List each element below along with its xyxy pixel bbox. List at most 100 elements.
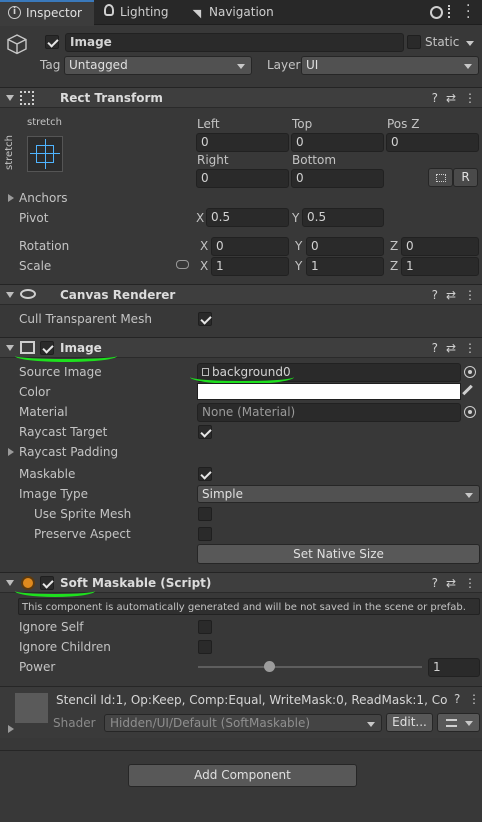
cull-transparent-mesh-checkbox[interactable] <box>198 312 212 326</box>
rotation-x-field[interactable]: 0 <box>211 237 289 256</box>
posz-field[interactable]: 0 <box>386 133 479 152</box>
preset-icon[interactable]: ⇄ <box>446 288 456 302</box>
scale-x-label[interactable]: X <box>200 259 208 273</box>
use-sprite-mesh-checkbox[interactable] <box>198 507 212 521</box>
raw-edit-button[interactable]: R <box>453 168 478 187</box>
help-icon[interactable]: ? <box>432 341 438 355</box>
tab-inspector-label: Inspector <box>26 6 82 20</box>
blueprint-mode-button[interactable] <box>428 168 453 187</box>
static-dropdown[interactable] <box>462 34 480 51</box>
blueprint-icon <box>436 174 446 182</box>
add-component-button[interactable]: Add Component <box>128 764 357 787</box>
pivot-x-label[interactable]: X <box>196 211 204 225</box>
scale-label: Scale <box>19 259 52 273</box>
shader-options-dropdown[interactable] <box>437 713 480 732</box>
raycast-target-label: Raycast Target <box>19 425 108 439</box>
rotation-x-label[interactable]: X <box>200 239 208 253</box>
raycast-padding-label[interactable]: Raycast Padding <box>19 445 118 459</box>
raycast-target-checkbox[interactable] <box>198 425 212 439</box>
static-checkbox[interactable] <box>407 35 421 49</box>
preset-icon[interactable]: ⇄ <box>446 341 456 355</box>
ignore-children-checkbox[interactable] <box>198 640 212 654</box>
eyedropper-icon[interactable] <box>462 384 473 396</box>
maskable-label: Maskable <box>19 467 76 481</box>
pivot-y-field[interactable]: 0.5 <box>302 208 384 227</box>
top-field[interactable]: 0 <box>291 133 384 152</box>
preset-icon[interactable]: ⇄ <box>446 576 456 590</box>
bottom-label: Bottom <box>292 153 337 167</box>
rotation-y-label[interactable]: Y <box>295 239 302 253</box>
rotation-y-field[interactable]: 0 <box>306 237 384 256</box>
tag-label: Tag <box>40 58 61 72</box>
preserve-aspect-checkbox[interactable] <box>198 527 212 541</box>
shader-edit-button[interactable]: Edit... <box>386 713 433 732</box>
object-picker-icon[interactable] <box>464 366 476 378</box>
anchor-preset-button[interactable] <box>27 136 63 172</box>
set-native-size-button[interactable]: Set Native Size <box>197 544 480 564</box>
help-icon[interactable]: ? <box>432 576 438 590</box>
help-icon[interactable]: ? <box>432 91 438 105</box>
lock-toggle-icon[interactable] <box>448 5 453 18</box>
tab-navigation[interactable]: Navigation <box>190 0 290 25</box>
shader-dropdown[interactable]: Hidden/UI/Default (SoftMaskable) <box>104 714 382 732</box>
bottom-field[interactable]: 0 <box>291 169 384 188</box>
menu-icon[interactable]: ⋮ <box>464 288 476 302</box>
right-field[interactable]: 0 <box>196 169 289 188</box>
ignore-self-checkbox[interactable] <box>198 620 212 634</box>
tab-lighting-label: Lighting <box>120 5 169 19</box>
gameobject-active-checkbox[interactable] <box>45 35 59 49</box>
scale-y-field[interactable]: 1 <box>306 257 384 276</box>
layer-dropdown[interactable]: UI <box>301 56 479 75</box>
rotation-z-label[interactable]: Z <box>390 239 398 253</box>
anchors-expand-icon[interactable] <box>8 194 14 202</box>
rect-transform-header[interactable]: Rect Transform ? ⇄ ⋮ <box>0 87 482 108</box>
menu-icon[interactable]: ⋮ <box>464 576 476 590</box>
gameobject-cube-icon <box>6 33 28 55</box>
help-icon[interactable]: ? <box>454 692 460 706</box>
rect-transform-title: Rect Transform <box>60 91 163 105</box>
power-field[interactable]: 1 <box>428 658 480 677</box>
pivot-y-label[interactable]: Y <box>292 211 299 225</box>
raycast-padding-expand-icon[interactable] <box>8 448 14 456</box>
navigation-icon <box>192 5 206 19</box>
anchor-stretch-top-label: stretch <box>27 117 62 128</box>
annotation-underline-source-image <box>190 370 294 384</box>
menu-icon[interactable]: ⋮ <box>464 341 476 355</box>
right-label: Right <box>197 153 229 167</box>
material-expand-icon[interactable] <box>8 725 14 733</box>
tab-lighting[interactable]: Lighting <box>98 0 178 25</box>
maskable-checkbox[interactable] <box>198 467 212 481</box>
eye-icon <box>20 289 36 299</box>
ignore-children-label: Ignore Children <box>19 640 111 654</box>
collapse-arrow-icon <box>6 580 14 586</box>
info-icon: i <box>8 6 21 19</box>
constrain-proportions-icon[interactable] <box>176 260 189 269</box>
canvas-renderer-header[interactable]: Canvas Renderer ? ⇄ ⋮ <box>0 284 482 305</box>
lock-icon[interactable] <box>430 6 443 19</box>
image-type-dropdown[interactable]: Simple <box>197 485 480 503</box>
preset-icon[interactable]: ⇄ <box>446 91 456 105</box>
scale-y-label[interactable]: Y <box>295 259 302 273</box>
layer-value: UI <box>306 58 319 72</box>
rotation-z-field[interactable]: 0 <box>401 237 479 256</box>
material-field[interactable]: None (Material) <box>197 403 461 422</box>
object-picker-icon[interactable] <box>464 406 476 418</box>
scale-x-field[interactable]: 1 <box>211 257 289 276</box>
gameobject-name-field[interactable]: Image <box>65 33 404 52</box>
scale-z-field[interactable]: 1 <box>401 257 479 276</box>
power-slider[interactable] <box>198 658 422 676</box>
menu-icon[interactable]: ⋮ <box>464 91 476 105</box>
scale-z-label[interactable]: Z <box>390 259 398 273</box>
tab-inspector[interactable]: i Inspector <box>0 0 94 26</box>
color-swatch[interactable] <box>197 383 461 400</box>
pivot-label: Pivot <box>19 211 49 225</box>
anchors-label[interactable]: Anchors <box>19 191 68 205</box>
menu-icon[interactable]: ⋮ <box>468 692 480 706</box>
left-field[interactable]: 0 <box>196 133 289 152</box>
tag-dropdown[interactable]: Untagged <box>64 56 252 75</box>
source-image-label: Source Image <box>19 365 102 379</box>
help-icon[interactable]: ? <box>432 288 438 302</box>
power-slider-thumb[interactable] <box>264 661 276 672</box>
pivot-x-field[interactable]: 0.5 <box>206 208 289 227</box>
more-menu-icon[interactable]: · · · <box>466 0 470 25</box>
